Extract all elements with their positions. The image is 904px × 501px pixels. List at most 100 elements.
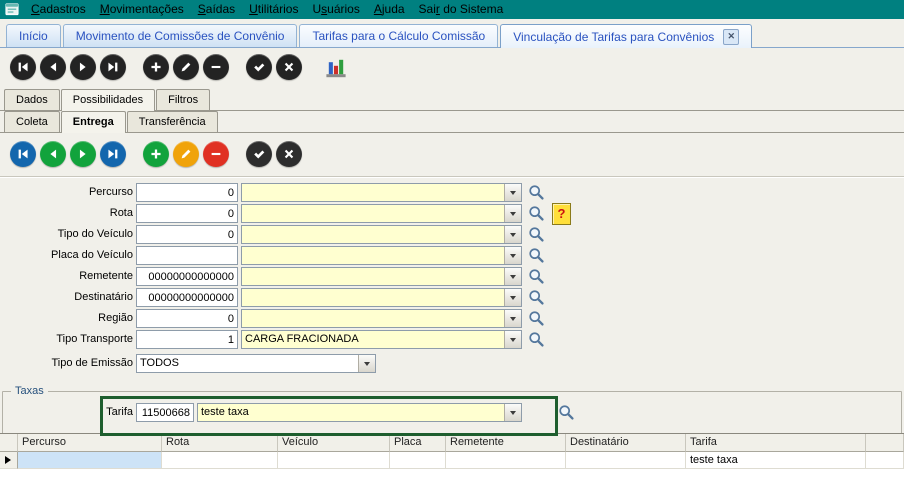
form-row-6-dropdown-button[interactable] — [504, 310, 521, 327]
form-row-6-combo[interactable] — [241, 309, 522, 328]
form-row-7-dropdown-button[interactable] — [504, 331, 521, 348]
level2-tab-0[interactable]: Coleta — [4, 111, 60, 132]
form-row-7-search-icon[interactable] — [528, 331, 545, 348]
form-row-4-code-input[interactable] — [136, 267, 238, 286]
filter-form: PercursoRota?Tipo do VeículoPlaca do Veí… — [0, 182, 904, 374]
grid-column-header-3[interactable]: Placa — [390, 434, 446, 452]
tarifa-dropdown-button[interactable] — [504, 404, 521, 421]
grid-column-header-0[interactable]: Percurso — [18, 434, 162, 452]
form-row-4-search-icon[interactable] — [528, 268, 545, 285]
menu-item-5[interactable]: Ajuda — [367, 2, 412, 16]
grid-cell-r0-c0[interactable] — [18, 452, 162, 469]
form-row-1-help-button[interactable]: ? — [552, 203, 571, 225]
edit-button[interactable] — [173, 141, 199, 167]
grid-row-selector[interactable] — [0, 452, 18, 469]
delete-button[interactable] — [203, 141, 229, 167]
level1-tab-1[interactable]: Possibilidades — [61, 89, 155, 111]
form-row-3-combo[interactable] — [241, 246, 522, 265]
form-row-1-label: Rota — [0, 207, 133, 219]
nav-next-button[interactable] — [70, 54, 96, 80]
grid-cell-r0-c4[interactable] — [446, 452, 566, 469]
level2-tab-1[interactable]: Entrega — [61, 111, 126, 133]
grid-column-header-5[interactable]: Destinatário — [566, 434, 686, 452]
cancel-button[interactable] — [276, 54, 302, 80]
tarifa-combo[interactable]: teste taxa — [197, 403, 522, 422]
plus-icon — [149, 60, 163, 74]
main-tab-3[interactable]: Vinculação de Tarifas para Convênios✕ — [500, 24, 752, 48]
cancel-button[interactable] — [276, 141, 302, 167]
grid-cell-r0-c5[interactable] — [566, 452, 686, 469]
grid-column-header-6[interactable]: Tarifa — [686, 434, 866, 452]
form-row-2-code-input[interactable] — [136, 225, 238, 244]
nav-next-button[interactable] — [70, 141, 96, 167]
form-row-3-code-input[interactable] — [136, 246, 238, 265]
nav-prev-button[interactable] — [40, 54, 66, 80]
chart-button[interactable] — [322, 53, 350, 81]
form-row-3-dropdown-button[interactable] — [504, 247, 521, 264]
form-row-4-dropdown-button[interactable] — [504, 268, 521, 285]
emissao-combo[interactable]: TODOS — [136, 354, 376, 373]
form-row-4-combo[interactable] — [241, 267, 522, 286]
form-row-2-dropdown-button[interactable] — [504, 226, 521, 243]
grid-column-header-1[interactable]: Rota — [162, 434, 278, 452]
form-row-0-search-icon[interactable] — [528, 184, 545, 201]
form-row-0-code-input[interactable] — [136, 183, 238, 202]
form-row-5-code-input[interactable] — [136, 288, 238, 307]
confirm-button[interactable] — [246, 141, 272, 167]
form-row-3-search-icon[interactable] — [528, 247, 545, 264]
form-row-7-code-input[interactable] — [136, 330, 238, 349]
menu-item-1[interactable]: Movimentações — [93, 2, 191, 16]
nav-first-button[interactable] — [10, 54, 36, 80]
tarifa-code-input[interactable] — [136, 403, 194, 422]
form-row-2-search-icon[interactable] — [528, 226, 545, 243]
form-row-0-combo[interactable] — [241, 183, 522, 202]
grid-cell-r0-c3[interactable] — [390, 452, 446, 469]
menu-item-3[interactable]: Utilitários — [242, 2, 305, 16]
nav-last-button[interactable] — [100, 54, 126, 80]
nav-prev-button[interactable] — [40, 141, 66, 167]
main-tab-1[interactable]: Movimento de Comissões de Convênio — [63, 24, 298, 47]
grid-column-header-2[interactable]: Veículo — [278, 434, 390, 452]
menu-items: CadastrosMovimentaçõesSaídasUtilitáriosU… — [24, 0, 510, 19]
form-row-2-combo[interactable] — [241, 225, 522, 244]
add-button[interactable] — [143, 54, 169, 80]
form-row-1-search-icon[interactable] — [528, 205, 545, 222]
tarifa-search-icon[interactable] — [558, 404, 575, 421]
menu-item-4[interactable]: Usuários — [305, 2, 366, 16]
edit-button[interactable] — [173, 54, 199, 80]
main-tab-bar: Início Movimento de Comissões de Convênio… — [0, 19, 904, 48]
main-tab-label: Movimento de Comissões de Convênio — [76, 29, 285, 43]
confirm-button[interactable] — [246, 54, 272, 80]
add-button[interactable] — [143, 141, 169, 167]
grid-column-header-4[interactable]: Remetente — [446, 434, 566, 452]
form-row-1-combo[interactable] — [241, 204, 522, 223]
menu-item-6[interactable]: Sair do Sistema — [412, 2, 511, 16]
form-row-6-search-icon[interactable] — [528, 310, 545, 327]
grid-cell-r0-c2[interactable] — [278, 452, 390, 469]
form-row-1-code-input[interactable] — [136, 204, 238, 223]
form-row-5-search-icon[interactable] — [528, 289, 545, 306]
nav-first-button[interactable] — [10, 141, 36, 167]
menu-item-0[interactable]: Cadastros — [24, 2, 93, 16]
form-row-7-combo[interactable]: CARGA FRACIONADA — [241, 330, 522, 349]
menu-bar: CadastrosMovimentaçõesSaídasUtilitáriosU… — [0, 0, 904, 19]
level2-tab-2[interactable]: Transferência — [127, 111, 218, 132]
grid-cell-r0-c6[interactable]: teste taxa — [686, 452, 866, 469]
prev-icon — [46, 147, 60, 161]
form-row-5-combo[interactable] — [241, 288, 522, 307]
main-tab-0[interactable]: Início — [6, 24, 61, 47]
tab-close-icon[interactable]: ✕ — [723, 29, 739, 45]
level1-tab-2[interactable]: Filtros — [156, 89, 210, 110]
emissao-dropdown-button[interactable] — [358, 355, 375, 372]
form-row-0-dropdown-button[interactable] — [504, 184, 521, 201]
nav-last-button[interactable] — [100, 141, 126, 167]
grid-cell-r0-c1[interactable] — [162, 452, 278, 469]
main-tab-2[interactable]: Tarifas para o Cálculo Comissão — [299, 24, 498, 47]
delete-button[interactable] — [203, 54, 229, 80]
form-row-6-code-input[interactable] — [136, 309, 238, 328]
form-row-1-dropdown-button[interactable] — [504, 205, 521, 222]
chevron-down-icon — [510, 191, 516, 195]
form-row-5-dropdown-button[interactable] — [504, 289, 521, 306]
menu-item-2[interactable]: Saídas — [191, 2, 242, 16]
level1-tab-0[interactable]: Dados — [4, 89, 60, 110]
